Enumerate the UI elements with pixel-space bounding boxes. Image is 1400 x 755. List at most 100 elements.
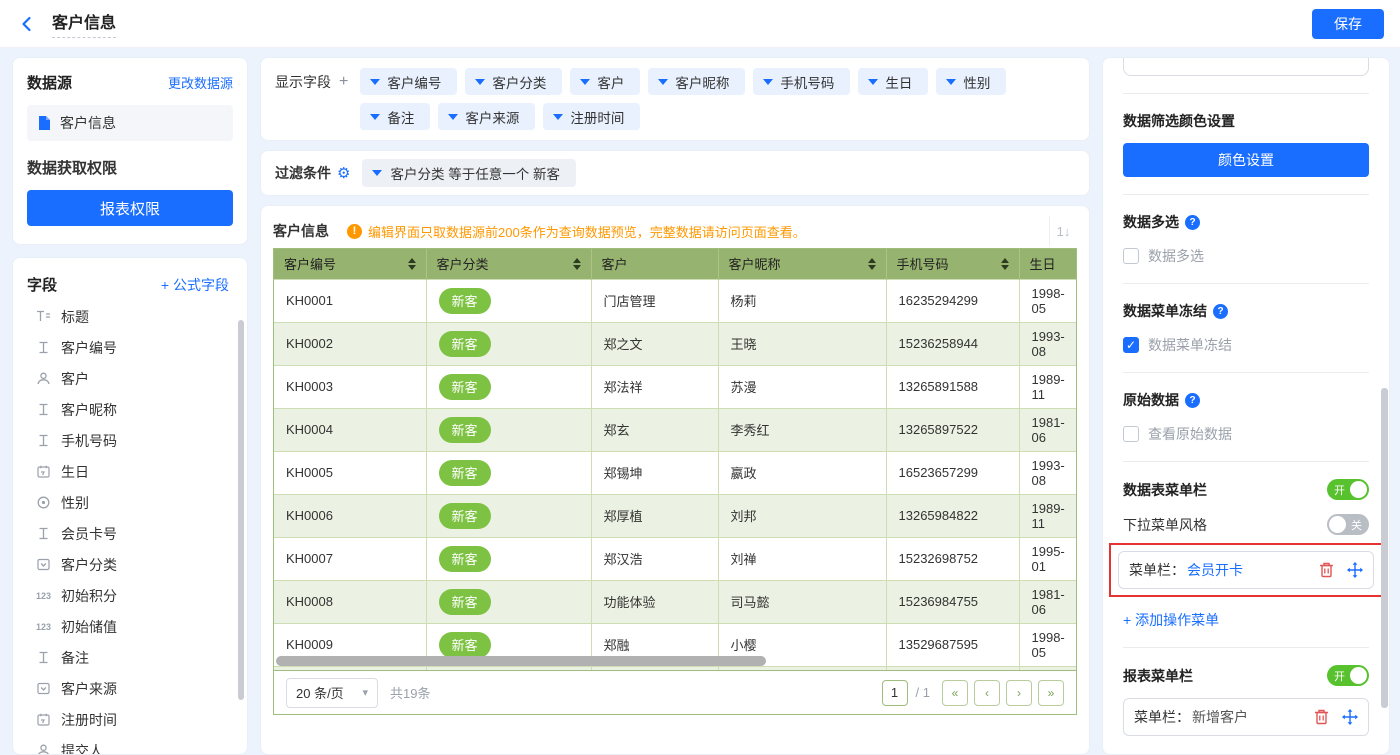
dropdown-style-toggle-off[interactable]: 关 <box>1327 514 1369 535</box>
field-item[interactable]: 标题 <box>27 301 237 332</box>
table-cell-customer: 门店管理 <box>591 279 718 322</box>
field-item[interactable]: 注册时间 <box>27 704 237 735</box>
multi-select-checkbox-row[interactable]: 数据多选 <box>1123 246 1369 266</box>
add-action-menu-link[interactable]: + 添加操作菜单 <box>1123 610 1369 630</box>
report-menu-bar-item[interactable]: 菜单栏： 新增客户 <box>1123 698 1369 736</box>
field-item[interactable]: 客户来源 <box>27 673 237 704</box>
save-button[interactable]: 保存 <box>1312 9 1384 39</box>
chevron-down-icon <box>868 79 878 85</box>
field-item[interactable]: 客户分类 <box>27 549 237 580</box>
category-badge: 新客 <box>439 460 491 486</box>
report-menu-toggle-on[interactable]: 开 <box>1327 665 1369 686</box>
sort-order-icon[interactable]: 1↓ <box>1049 216 1077 246</box>
first-page-button[interactable]: « <box>942 680 968 706</box>
column-header[interactable]: 生日 <box>1019 249 1076 279</box>
color-settings-button[interactable]: 颜色设置 <box>1123 143 1369 177</box>
sort-icon[interactable] <box>1001 258 1009 270</box>
filter-settings-icon[interactable]: ⚙ <box>337 164 350 182</box>
chip-label: 生日 <box>885 72 912 92</box>
display-field-chip[interactable]: 客户来源 <box>438 103 535 130</box>
chevron-down-icon <box>946 79 956 85</box>
raw-data-checkbox-row[interactable]: 查看原始数据 <box>1123 424 1369 444</box>
fields-scrollbar[interactable] <box>238 320 244 700</box>
table-cell-category: 新客 <box>426 408 591 451</box>
field-item[interactable]: 手机号码 <box>27 425 237 456</box>
move-icon[interactable] <box>1342 709 1358 725</box>
preview-panel: 客户信息 ! 编辑界面只取数据源前200条作为查询数据预览，完整数据请访问页面查… <box>260 205 1090 755</box>
warning-text: 编辑界面只取数据源前200条作为查询数据预览，完整数据请访问页面查看。 <box>368 222 806 241</box>
column-header[interactable]: 客户 <box>591 249 718 279</box>
datasource-item[interactable]: 客户信息 <box>27 105 233 141</box>
prev-page-button[interactable]: ‹ <box>974 680 1000 706</box>
display-field-chip[interactable]: 客户分类 <box>465 68 562 95</box>
sort-icon[interactable] <box>573 258 581 270</box>
display-field-chip[interactable]: 生日 <box>858 68 928 95</box>
column-header-label: 生日 <box>1030 254 1056 273</box>
preview-warning: ! 编辑界面只取数据源前200条作为查询数据预览，完整数据请访问页面查看。 <box>347 222 806 241</box>
table-cell-birthday: 1989-11 <box>1019 365 1076 408</box>
help-icon[interactable]: ? <box>1185 393 1200 408</box>
column-header-label: 客户分类 <box>437 254 489 273</box>
number-icon: 123 <box>35 622 52 632</box>
table-row: KH0007新客郑汉浩刘禅152326987521995-01 <box>274 537 1076 580</box>
display-field-chip[interactable]: 备注 <box>360 103 430 130</box>
field-item[interactable]: 会员卡号 <box>27 518 237 549</box>
filter-condition-chip[interactable]: 客户分类 等于任意一个 新客 <box>362 159 576 187</box>
menu-bar-item[interactable]: 菜单栏： 会员开卡 <box>1118 551 1374 589</box>
display-field-chip[interactable]: 性别 <box>936 68 1006 95</box>
field-item-label: 注册时间 <box>61 710 117 730</box>
field-item[interactable]: 客户 <box>27 363 237 394</box>
dropdown-style-label: 下拉菜单风格 <box>1123 515 1207 535</box>
column-header[interactable]: 客户昵称 <box>718 249 886 279</box>
help-icon[interactable]: ? <box>1213 304 1228 319</box>
menu-bar-value[interactable]: 新增客户 <box>1192 707 1248 727</box>
delete-icon[interactable] <box>1319 562 1334 578</box>
last-page-button[interactable]: » <box>1038 680 1064 706</box>
field-item[interactable]: 提交人 <box>27 735 237 755</box>
page-size-select[interactable]: 20 条/页 ▾ <box>286 678 378 708</box>
settings-scrollbar[interactable] <box>1381 388 1388 708</box>
field-item[interactable]: 备注 <box>27 642 237 673</box>
menu-bar-value[interactable]: 会员开卡 <box>1187 560 1243 580</box>
field-item[interactable]: 客户编号 <box>27 332 237 363</box>
field-item[interactable]: 客户昵称 <box>27 394 237 425</box>
column-header[interactable]: 客户编号 <box>274 249 426 279</box>
display-field-chip[interactable]: 注册时间 <box>543 103 640 130</box>
field-item[interactable]: 123初始储值 <box>27 611 237 642</box>
move-icon[interactable] <box>1347 562 1363 578</box>
clipped-input[interactable] <box>1123 58 1369 76</box>
field-item[interactable]: 123初始积分 <box>27 580 237 611</box>
back-button[interactable] <box>16 13 38 35</box>
add-display-field-button[interactable]: + <box>339 73 348 91</box>
report-permission-button[interactable]: 报表权限 <box>27 190 233 226</box>
checkbox-checked[interactable]: ✓ <box>1123 337 1139 353</box>
horizontal-scrollbar[interactable] <box>276 656 766 666</box>
menu-freeze-checkbox-row[interactable]: ✓ 数据菜单冻结 <box>1123 335 1369 355</box>
change-datasource-link[interactable]: 更改数据源 <box>168 73 233 92</box>
current-page-input[interactable]: 1 <box>882 680 908 706</box>
checkbox-unchecked[interactable] <box>1123 248 1139 264</box>
checkbox-unchecked[interactable] <box>1123 426 1139 442</box>
datasource-title: 数据源 <box>27 72 72 93</box>
display-field-chip[interactable]: 客户编号 <box>360 68 457 95</box>
display-field-chip[interactable]: 客户 <box>570 68 640 95</box>
delete-icon[interactable] <box>1314 709 1329 725</box>
column-header[interactable]: 客户分类 <box>426 249 591 279</box>
sort-icon[interactable] <box>408 258 416 270</box>
menu-freeze-title: 数据菜单冻结 <box>1123 301 1207 321</box>
field-item[interactable]: 生日 <box>27 456 237 487</box>
table-menu-toggle-on[interactable]: 开 <box>1327 479 1369 500</box>
table-body: KH0001新客门店管理杨莉162352942991998-05KH0002新客… <box>274 279 1076 670</box>
sort-icon[interactable] <box>868 258 876 270</box>
field-item[interactable]: 性别 <box>27 487 237 518</box>
display-field-chip[interactable]: 手机号码 <box>753 68 850 95</box>
display-field-chip[interactable]: 客户昵称 <box>648 68 745 95</box>
category-badge: 新客 <box>439 331 491 357</box>
formula-field-link[interactable]: + 公式字段 <box>161 275 229 295</box>
help-icon[interactable]: ? <box>1185 215 1200 230</box>
column-header[interactable]: 手机号码 <box>886 249 1019 279</box>
menu-bar-prefix: 菜单栏： <box>1129 560 1185 580</box>
next-page-button[interactable]: › <box>1006 680 1032 706</box>
table-cell-id: KH0001 <box>274 279 426 322</box>
table-menu-title: 数据表菜单栏 <box>1123 480 1207 500</box>
